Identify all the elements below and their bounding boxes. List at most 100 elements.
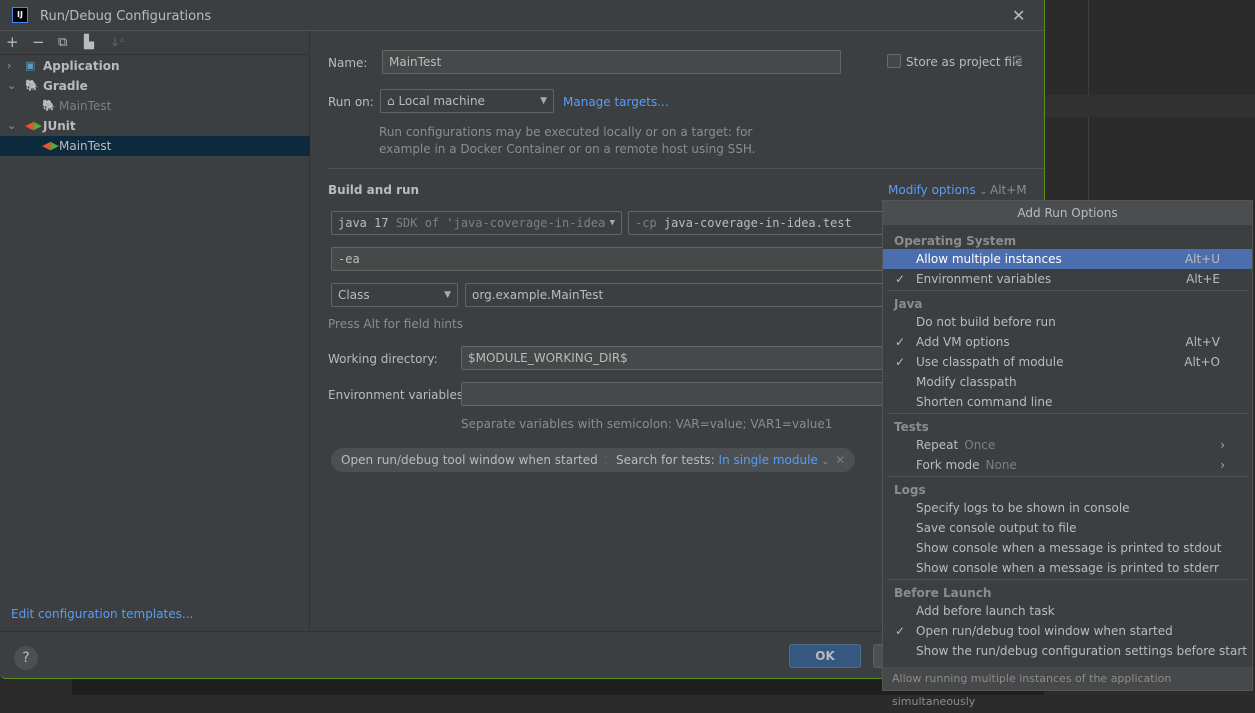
menu-item-label: Do not build before run xyxy=(916,312,1056,332)
menu-item[interactable]: Repeat Once › xyxy=(883,435,1252,455)
menu-item-value: None xyxy=(985,458,1017,472)
classpath-module-select[interactable]: -cp java-coverage-in-idea.test xyxy=(628,211,888,235)
ide-bottom-left xyxy=(0,678,72,695)
menu-item-text: Add VM options xyxy=(916,335,1010,349)
name-input[interactable]: MainTest xyxy=(382,50,841,74)
menu-item[interactable]: Allow multiple instances Alt+U xyxy=(883,249,1252,269)
open-tool-window-chip[interactable]: Open run/debug tool window when started✕ xyxy=(331,448,624,472)
jdk-version: java 17 xyxy=(338,216,389,230)
menu-item-shortcut: Alt+O xyxy=(1184,355,1220,369)
menu-item-label: Add before launch task xyxy=(916,601,1055,621)
menu-item[interactable]: ✓ Use classpath of module Alt+O xyxy=(883,352,1252,372)
menu-item[interactable]: Show the run/debug configuration setting… xyxy=(883,641,1252,661)
class-input[interactable]: org.example.MainTest xyxy=(465,283,891,307)
intellij-logo-icon: IJ xyxy=(12,7,28,23)
menu-item[interactable]: Do not build before run xyxy=(883,312,1252,332)
classpath-module-value: java-coverage-in-idea.test xyxy=(663,216,852,230)
jdk-detail: SDK of 'java-coverage-in-idea xyxy=(395,216,606,230)
menu-item[interactable]: Fork mode None › xyxy=(883,455,1252,475)
jdk-select[interactable]: java 17 SDK of 'java-coverage-in-idea ▼ xyxy=(331,211,622,235)
copy-icon[interactable]: ⧉ xyxy=(58,35,67,50)
menu-item-label: Repeat Once xyxy=(916,435,995,455)
vm-options-input[interactable]: -ea xyxy=(331,247,891,271)
working-directory-input[interactable]: $MODULE_WORKING_DIR$ xyxy=(461,346,891,370)
menu-group-header: Logs xyxy=(894,483,926,497)
menu-item-label: Add VM options xyxy=(916,332,1010,352)
run-on-hint-line1: Run configurations may be executed local… xyxy=(379,125,753,139)
working-directory-label: Working directory: xyxy=(328,352,438,366)
tree-item-label: Gradle xyxy=(43,79,88,93)
test-kind-value: Class xyxy=(338,288,370,302)
dialog-title: Run/Debug Configurations xyxy=(40,9,212,24)
menu-item-label: Allow multiple instances xyxy=(916,249,1062,269)
tree-item-junit[interactable]: ⌄ ◀▶ JUnit xyxy=(0,116,310,136)
remove-icon[interactable]: − xyxy=(32,33,45,51)
menu-item-text: Specify logs to be shown in console xyxy=(916,501,1130,515)
chip-value[interactable]: In single module xyxy=(719,453,818,467)
environment-variables-hint: Separate variables with semicolon: VAR=v… xyxy=(461,417,833,431)
junit-icon: ◀▶ xyxy=(42,139,59,152)
tree-item-label: Application xyxy=(43,59,120,73)
chevron-down-icon: ⌄ xyxy=(821,457,830,467)
menu-item-label: Environment variables xyxy=(916,269,1051,289)
manage-targets-link[interactable]: Manage targets... xyxy=(563,95,669,109)
menu-item[interactable]: ✓ Add VM options Alt+V xyxy=(883,332,1252,352)
chevron-right-icon[interactable]: › xyxy=(7,56,11,76)
menu-item-label: Save console output to file xyxy=(916,518,1076,538)
junit-icon: ◀▶ xyxy=(25,119,42,132)
menu-item[interactable]: Shorten command line xyxy=(883,392,1252,412)
build-and-run-heading: Build and run xyxy=(328,183,420,197)
close-icon[interactable]: ✕ xyxy=(835,453,845,467)
menu-item-label: Shorten command line xyxy=(916,392,1052,412)
chevron-right-icon: › xyxy=(1220,458,1225,472)
menu-item[interactable]: Add before launch task xyxy=(883,601,1252,621)
menu-separator xyxy=(887,579,1249,580)
run-on-select[interactable]: ⌂ Local machine ▼ xyxy=(380,89,554,113)
tree-item-application[interactable]: › ▣ Application xyxy=(0,56,310,76)
sort-icon[interactable]: ↓ᶻ xyxy=(110,35,124,49)
tree-item-gradle-maintest[interactable]: 🐘 MainTest xyxy=(0,96,310,116)
chevron-down-icon[interactable]: ⌄ xyxy=(7,116,16,136)
dropdown-arrow-icon: ▼ xyxy=(444,290,451,300)
close-icon[interactable]: ✕ xyxy=(1012,6,1025,25)
gear-icon[interactable]: ⚙ xyxy=(1011,53,1024,69)
menu-item-shortcut: Alt+V xyxy=(1185,335,1220,349)
menu-item[interactable]: Show console when a message is printed t… xyxy=(883,538,1252,558)
modify-options-link[interactable]: Modify options ⌄ xyxy=(888,183,987,197)
menu-item-text: Show console when a message is printed t… xyxy=(916,561,1219,575)
new-folder-icon[interactable]: ▙ xyxy=(84,35,94,50)
search-for-tests-chip[interactable]: Search for tests: In single module ⌄ ✕ xyxy=(606,448,856,472)
menu-item-text: Shorten command line xyxy=(916,395,1053,409)
environment-variables-label: Environment variables: xyxy=(328,388,468,402)
tree-toolbar: + − ⧉ ▙ ↓ᶻ xyxy=(0,31,310,55)
dropdown-arrow-icon: ▼ xyxy=(540,96,547,106)
store-as-project-file-checkbox[interactable] xyxy=(887,54,901,68)
menu-item[interactable]: Save console output to file xyxy=(883,518,1252,538)
tree-item-gradle[interactable]: ⌄ 🐘 Gradle xyxy=(0,76,310,96)
menu-item-text: Show the run/debug configuration setting… xyxy=(916,644,1248,658)
menu-item-text: Repeat xyxy=(916,438,959,452)
classpath-prefix: -cp xyxy=(635,216,657,230)
menu-group-header: Tests xyxy=(894,420,929,434)
help-button[interactable]: ? xyxy=(14,646,38,670)
popup-description: Allow running multiple instances of the … xyxy=(883,667,1252,708)
chevron-right-icon: › xyxy=(1220,438,1225,452)
environment-variables-input[interactable] xyxy=(461,382,891,406)
ok-button[interactable]: OK xyxy=(789,644,861,668)
tree-item-junit-maintest[interactable]: ◀▶ MainTest xyxy=(0,136,310,156)
chevron-down-icon[interactable]: ⌄ xyxy=(7,76,16,96)
menu-item[interactable]: Show console when a message is printed t… xyxy=(883,558,1252,578)
menu-item-label: Show console when a message is printed t… xyxy=(916,558,1219,578)
menu-item[interactable]: Specify logs to be shown in console xyxy=(883,498,1252,518)
menu-item[interactable]: ✓ Environment variables Alt+E xyxy=(883,269,1252,289)
menu-item-text: Environment variables xyxy=(916,272,1052,286)
edit-configuration-templates-link[interactable]: Edit configuration templates... xyxy=(11,607,193,621)
menu-item-label: Show the run/debug configuration setting… xyxy=(916,641,1247,661)
test-kind-select[interactable]: Class ▼ xyxy=(331,283,458,307)
add-icon[interactable]: + xyxy=(6,33,19,51)
configuration-tree-panel: + − ⧉ ▙ ↓ᶻ › ▣ Application ⌄ 🐘 Gradle 🐘 … xyxy=(0,31,310,631)
menu-item[interactable]: Modify classpath xyxy=(883,372,1252,392)
menu-item-text: Add before launch task xyxy=(916,604,1055,618)
menu-item[interactable]: ✓ Open run/debug tool window when started xyxy=(883,621,1252,641)
menu-item-shortcut: Alt+E xyxy=(1186,272,1220,286)
